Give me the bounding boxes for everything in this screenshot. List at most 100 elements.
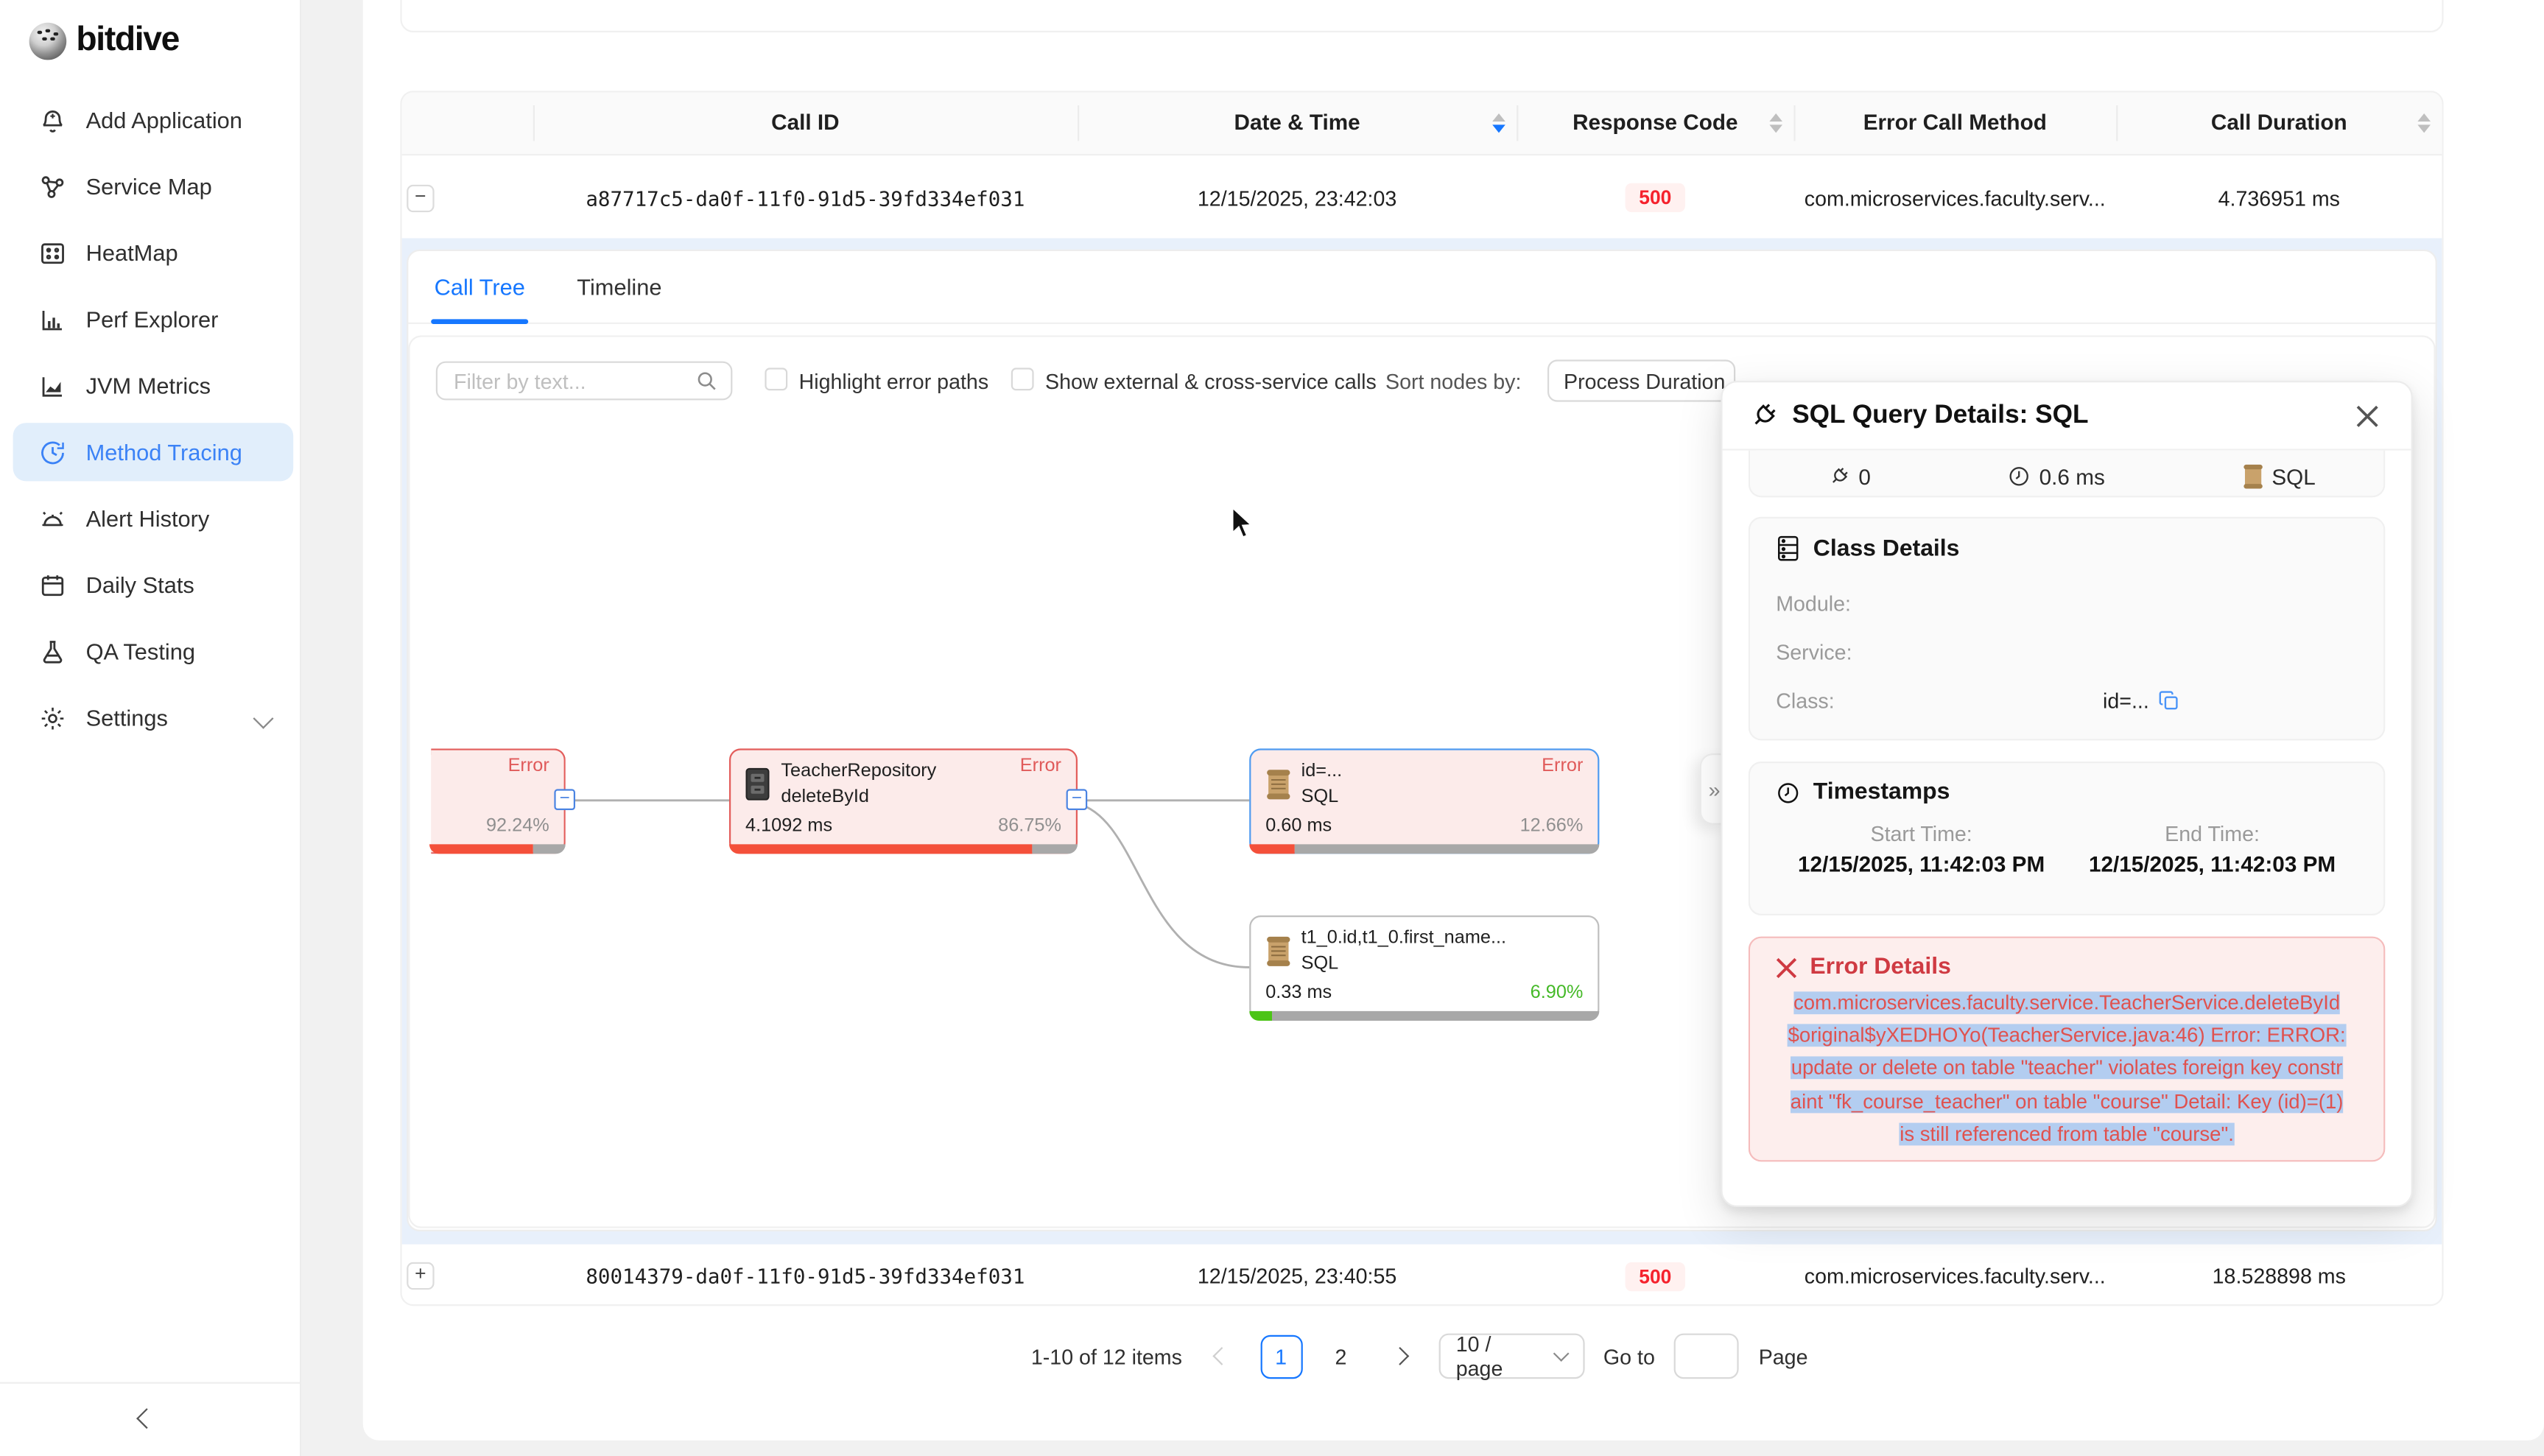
expand-row-button[interactable]: +: [407, 1262, 434, 1290]
node-title: TeacherRepositorydeleteById: [781, 760, 936, 810]
class-details-card: Class Details Module: Service: Class: id…: [1749, 517, 2386, 741]
duration-cell: 4.736951 ms: [2116, 186, 2442, 210]
next-page-button[interactable]: [1380, 1337, 1419, 1376]
brand-logo[interactable]: bitdive: [29, 21, 179, 60]
clock-icon: [2009, 465, 2031, 488]
header-call-id[interactable]: Call ID: [533, 92, 1078, 154]
sort-nodes-select[interactable]: Process Duration: [1547, 359, 1735, 401]
page-1-button[interactable]: 1: [1260, 1334, 1302, 1378]
page-label: Page: [1759, 1344, 1808, 1368]
end-time-label: End Time:: [2067, 821, 2358, 845]
prev-page-button[interactable]: [1201, 1337, 1240, 1376]
sidebar-item-perf-explorer[interactable]: Perf Explorer: [13, 290, 294, 348]
copy-icon[interactable]: [2159, 689, 2180, 711]
sql-scroll-icon: [2243, 463, 2264, 489]
collapse-row-button[interactable]: −: [407, 184, 434, 211]
duration-stat: 0.6 ms: [2009, 457, 2105, 496]
page-size-select[interactable]: 10 / page: [1438, 1334, 1584, 1379]
duration-bar: [1249, 1011, 1599, 1021]
end-time-value: 12/15/2025, 11:42:03 PM: [2067, 852, 2358, 876]
tree-node-root-clipped[interactable]: Error 92.24% −: [431, 748, 566, 854]
error-label: Error: [508, 756, 549, 776]
repository-icon: [745, 768, 770, 801]
panel-header: SQL Query Details: SQL: [1723, 382, 2411, 450]
sidebar-item-add-application[interactable]: Add Application: [13, 91, 294, 149]
header-response-code[interactable]: Response Code: [1517, 92, 1793, 154]
sidebar-item-qa-testing[interactable]: QA Testing: [13, 622, 294, 680]
sidebar-item-method-tracing[interactable]: Method Tracing: [13, 423, 294, 481]
sidebar-item-label: Add Application: [86, 107, 242, 133]
filter-text-input[interactable]: [451, 367, 686, 394]
chevron-down-icon: [1553, 1346, 1569, 1362]
collapse-node-button[interactable]: −: [1067, 789, 1088, 810]
page-2-button[interactable]: 2: [1321, 1336, 1360, 1376]
highlight-error-paths-checkbox[interactable]: [765, 367, 787, 390]
header-call-duration[interactable]: Call Duration: [2116, 92, 2442, 154]
collapse-node-button[interactable]: −: [554, 789, 575, 810]
sidebar-item-service-map[interactable]: Service Map: [13, 157, 294, 215]
tree-node-teacher-repository[interactable]: TeacherRepositorydeleteById Error 4.1092…: [729, 748, 1078, 854]
service-label: Service:: [1776, 639, 1925, 664]
class-label: Class:: [1776, 688, 1925, 712]
error-details-heading: Error Details: [1776, 954, 2358, 980]
mouse-cursor: [1230, 505, 1257, 541]
sidebar-item-settings[interactable]: Settings: [13, 689, 294, 747]
status-badge: 500: [1626, 1262, 1684, 1291]
heatmap-icon: [39, 239, 66, 267]
sidebar-item-label: Service Map: [86, 173, 212, 199]
error-details-card: Error Details com.microservices.faculty.…: [1749, 937, 2386, 1162]
sidebar-item-label: Settings: [86, 705, 168, 731]
sql-scroll-icon: [1265, 935, 1291, 967]
node-percent: 12.66%: [1520, 817, 1584, 836]
sidebar-item-jvm-metrics[interactable]: JVM Metrics: [13, 356, 294, 415]
error-message: com.microservices.faculty.service.Teache…: [1785, 987, 2347, 1150]
header-error-call-method[interactable]: Error Call Method: [1793, 92, 2116, 154]
alarm-bell-icon: [39, 504, 66, 532]
duration-bar: [1249, 844, 1599, 854]
chevron-right-icon: [1390, 1347, 1408, 1365]
area-chart-icon: [39, 372, 66, 399]
close-icon[interactable]: [2350, 398, 2385, 433]
goto-label: Go to: [1603, 1344, 1655, 1368]
sidebar-item-label: JVM Metrics: [86, 373, 211, 398]
node-duration: 0.60 ms: [1265, 817, 1332, 836]
timestamps-heading: Timestamps: [1776, 779, 2358, 805]
tab-timeline[interactable]: Timeline: [577, 251, 661, 323]
filters-card-partial: [400, 0, 2443, 32]
goto-page-input[interactable]: [1674, 1334, 1739, 1379]
call-id-cell: 80014379-da0f-11f0-91d5-39fd334ef031: [533, 1264, 1078, 1288]
table-row[interactable]: − a87717c5-da0f-11f0-91d5-39fd334ef031 1…: [402, 155, 2442, 239]
sort-icons[interactable]: [1769, 113, 1782, 133]
search-icon[interactable]: [695, 370, 718, 393]
sidebar-item-heatmap[interactable]: HeatMap: [13, 224, 294, 282]
sidebar-item-label: Alert History: [86, 505, 210, 531]
sidebar-item-label: Daily Stats: [86, 572, 194, 598]
plug-icon: [1828, 465, 1851, 488]
call-id-cell: a87717c5-da0f-11f0-91d5-39fd334ef031: [533, 186, 1078, 210]
sort-icons[interactable]: [2417, 113, 2431, 133]
tree-node-sql-select[interactable]: t1_0.id,t1_0.first_name...SQL 0.33 ms 6.…: [1249, 915, 1599, 1021]
sidebar-item-alert-history[interactable]: Alert History: [13, 489, 294, 547]
node-percent: 92.24%: [486, 817, 549, 836]
node-title: t1_0.id,t1_0.first_name...SQL: [1301, 926, 1506, 977]
tab-call-tree[interactable]: Call Tree: [435, 251, 525, 323]
table-row[interactable]: + 80014379-da0f-11f0-91d5-39fd334ef031 1…: [402, 1245, 2442, 1306]
chevron-down-icon: [253, 708, 273, 728]
module-label: Module:: [1776, 591, 1925, 615]
table-header: Call ID Date & Time Response Code Error …: [402, 92, 2442, 155]
sidebar-collapse-icon[interactable]: [136, 1408, 157, 1429]
tree-node-sql-delete[interactable]: id=...SQL Error 0.60 ms 12.66%: [1249, 748, 1599, 854]
show-external-checkbox[interactable]: [1011, 367, 1034, 390]
flask-icon: [39, 638, 66, 665]
datetime-cell: 12/15/2025, 23:40:55: [1078, 1264, 1517, 1288]
header-date-time[interactable]: Date & Time: [1078, 92, 1517, 154]
module-row: Module:: [1776, 578, 2358, 627]
tab-bar: Call Tree Timeline: [408, 251, 2435, 324]
bell-plus-icon: [39, 106, 66, 133]
bitdive-globe-icon: [29, 22, 67, 60]
sidebar: bitdive Add Application Service Map Heat…: [0, 0, 301, 1456]
sort-icons[interactable]: [1492, 113, 1505, 133]
pagination-total: 1-10 of 12 items: [1031, 1344, 1182, 1368]
sql-scroll-icon: [1265, 768, 1291, 801]
sidebar-item-daily-stats[interactable]: Daily Stats: [13, 556, 294, 614]
